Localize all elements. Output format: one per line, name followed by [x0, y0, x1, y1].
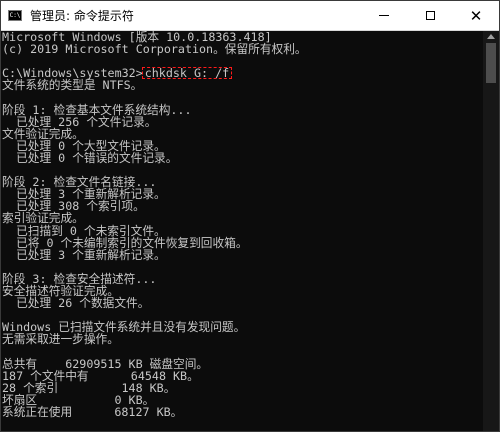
console-line: 187 个文件中有 64548 KB。 — [2, 368, 199, 383]
console-line: 已处理 3 个重新解析记录。 — [2, 247, 166, 262]
console-line: 文件系统的类型是 NTFS。 — [2, 78, 143, 93]
command-prompt-icon: C:\ — [8, 10, 22, 21]
console-output-lines: 文件系统的类型是 NTFS。阶段 1: 检查基本文件系统结构... 已处理 25… — [2, 79, 485, 418]
command-prompt-window: C:\ 管理员: 命令提示符 ✕ Microsoft Windows [版本 1… — [0, 0, 500, 432]
console-output[interactable]: Microsoft Windows [版本 10.0.18363.418] (c… — [1, 31, 485, 431]
console-line: 总共有 62909515 KB 磁盘空间。 — [2, 356, 209, 371]
console-line: 已处理 0 个错误的文件记录。 — [2, 150, 178, 165]
vertical-scrollbar[interactable] — [483, 31, 499, 431]
scroll-up-arrow-icon[interactable] — [487, 34, 495, 39]
title-bar[interactable]: C:\ 管理员: 命令提示符 ✕ — [1, 1, 499, 31]
console-line: 系统正在使用 68127 KB。 — [2, 404, 183, 419]
minimize-icon — [379, 15, 389, 16]
minimize-button[interactable] — [361, 1, 407, 30]
console-line: 已处理 256 个文件记录。 — [2, 114, 157, 129]
console-line: 已扫描到 0 个未索引文件。 — [2, 223, 166, 238]
scrollbar-thumb[interactable] — [486, 43, 496, 83]
console-line: 已将 0 个未编制索引的文件恢复到回收箱。 — [2, 235, 248, 250]
console-line: 索引验证完成。 — [2, 211, 84, 226]
window-title: 管理员: 命令提示符 — [30, 9, 134, 23]
console-line: (c) 2019 Microsoft Corporation。保留所有权利。 — [2, 42, 307, 57]
console-line: 阶段 1: 检查基本文件系统结构... — [2, 102, 192, 117]
highlighted-command: chkdsk G: /f — [141, 67, 233, 80]
console-line: 已处理 26 个数据文件。 — [2, 296, 150, 311]
maximize-icon — [425, 11, 435, 20]
console-line: 28 个索引 148 KB。 — [2, 380, 176, 395]
console-line: 无需采取进一步操作。 — [2, 332, 119, 347]
maximize-button[interactable] — [407, 1, 453, 30]
close-icon: ✕ — [469, 6, 483, 25]
close-button[interactable]: ✕ — [453, 1, 499, 30]
